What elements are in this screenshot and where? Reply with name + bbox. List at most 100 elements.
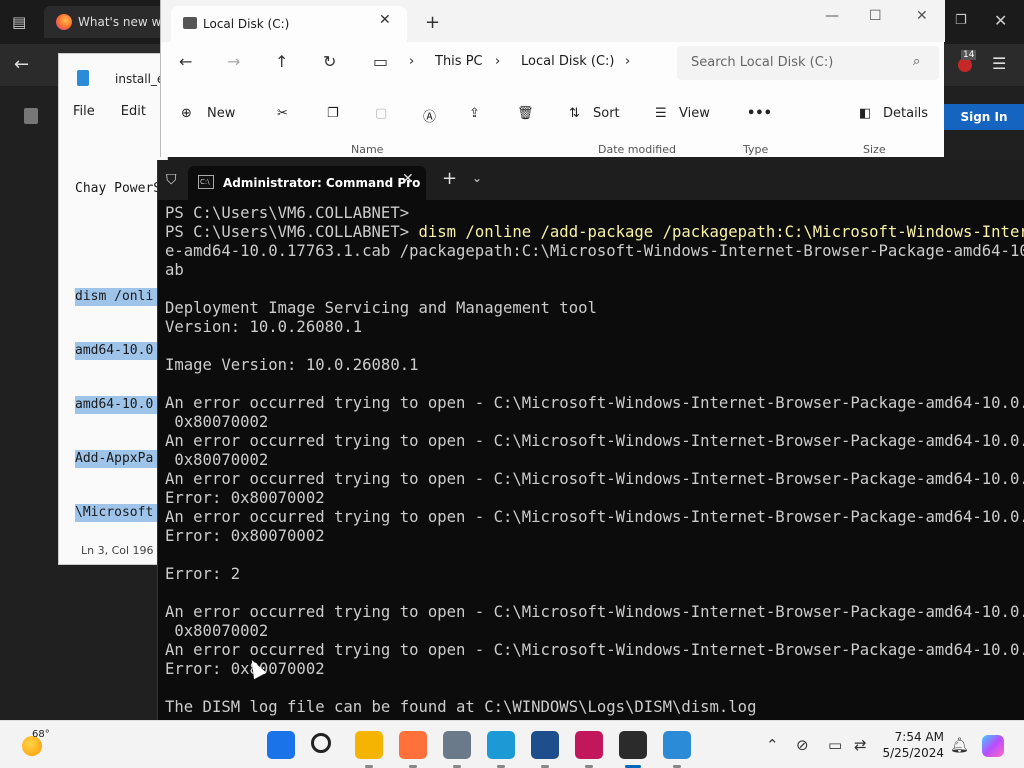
terminal-line-text: The DISM log file can be found at C:\WIN… bbox=[165, 698, 757, 716]
new-icon[interactable]: ⊕ bbox=[181, 106, 192, 121]
terminal-tab[interactable]: Administrator: Command Pro bbox=[188, 166, 426, 200]
network-icon[interactable]: ⊘ bbox=[796, 736, 809, 754]
terminal-line-text: PS C:\Users\VM6.COLLABNET> bbox=[165, 223, 419, 241]
search-input[interactable]: Search Local Disk (C:) bbox=[677, 46, 939, 80]
chevron-up-icon[interactable]: ⌃ bbox=[766, 736, 779, 754]
monitor-icon[interactable]: ▭ bbox=[373, 52, 388, 71]
terminal-line: Deployment Image Servicing and Managemen… bbox=[165, 299, 1024, 318]
chevron-right-icon: › bbox=[625, 54, 631, 69]
settings-icon[interactable] bbox=[443, 731, 471, 759]
sort-button[interactable]: Sort bbox=[593, 106, 620, 121]
search-icon[interactable] bbox=[311, 733, 331, 753]
reader-icon bbox=[24, 108, 38, 124]
more-options-icon[interactable]: ••• bbox=[747, 106, 772, 121]
start-icon[interactable] bbox=[267, 731, 295, 759]
firefox-icon[interactable] bbox=[399, 731, 427, 759]
tab-close-icon[interactable]: ✕ bbox=[402, 171, 414, 187]
details-icon[interactable]: ◧ bbox=[859, 106, 871, 121]
rename-icon[interactable]: Ⓐ bbox=[423, 106, 436, 125]
terminal-line: An error occurred trying to open - C:\Mi… bbox=[165, 394, 1024, 413]
terminal-line-text: 0x80070002 bbox=[165, 413, 269, 431]
virtualbox-icon[interactable] bbox=[531, 731, 559, 759]
breadcrumb-this-pc[interactable]: This PC bbox=[435, 54, 483, 69]
rdp-icon[interactable] bbox=[575, 731, 603, 759]
terminal-line: An error occurred trying to open - C:\Mi… bbox=[165, 641, 1024, 660]
language-icon[interactable]: ⇄ bbox=[854, 736, 867, 754]
terminal-line-text: An error occurred trying to open - C:\Mi… bbox=[165, 432, 1024, 450]
menu-edit[interactable]: Edit bbox=[121, 104, 146, 119]
terminal-line-text: An error occurred trying to open - C:\Mi… bbox=[165, 508, 1024, 526]
chevron-right-icon: › bbox=[495, 54, 501, 69]
terminal-line-text: Image Version: 10.0.26080.1 bbox=[165, 356, 419, 374]
minimize-icon[interactable]: — bbox=[825, 8, 839, 24]
column-size[interactable]: Size bbox=[863, 143, 886, 156]
text-line-selected: dism /onli bbox=[75, 288, 162, 306]
menu-icon[interactable]: ☰ bbox=[992, 54, 1006, 73]
notepad-status-position: Ln 3, Col 196 bbox=[81, 544, 154, 557]
extension-icon[interactable] bbox=[958, 58, 972, 72]
up-icon[interactable]: ↑ bbox=[275, 52, 288, 71]
explorer-tab[interactable]: Local Disk (C:) bbox=[171, 6, 407, 42]
refresh-icon[interactable]: ↻ bbox=[323, 52, 336, 71]
terminal-icon[interactable] bbox=[619, 731, 647, 759]
clock[interactable]: 7:54 AM 5/25/2024 bbox=[880, 729, 944, 761]
column-type[interactable]: Type bbox=[743, 143, 768, 156]
terminal-line: An error occurred trying to open - C:\Mi… bbox=[165, 432, 1024, 451]
details-button[interactable]: Details bbox=[883, 106, 928, 121]
terminal-line: ab bbox=[165, 261, 1024, 280]
forward-icon[interactable]: → bbox=[227, 52, 240, 71]
column-name[interactable]: Name bbox=[351, 143, 383, 156]
copilot-icon[interactable] bbox=[982, 735, 1004, 757]
terminal-line: e-amd64-10.0.17763.1.cab /packagepath:C:… bbox=[165, 242, 1024, 261]
notepad-icon[interactable] bbox=[663, 731, 691, 759]
column-header-row: Name Date modified Type Size bbox=[161, 143, 945, 157]
text-line-selected: amd64-10.0 bbox=[75, 342, 162, 360]
tab-list-icon[interactable]: ▤ bbox=[12, 13, 26, 31]
notification-bell-icon[interactable]: 🔔︎ bbox=[950, 736, 969, 754]
column-date-modified[interactable]: Date modified bbox=[598, 143, 676, 156]
notepad-icon bbox=[77, 70, 89, 86]
text-line-selected: Add-AppxPa bbox=[75, 450, 162, 468]
extension-badge: 14 bbox=[961, 50, 977, 60]
new-button[interactable]: New bbox=[207, 106, 235, 121]
new-tab-icon[interactable]: + bbox=[442, 168, 457, 189]
display-icon[interactable]: ▭ bbox=[828, 736, 842, 754]
terminal-line-text: Error: 2 bbox=[165, 565, 241, 583]
notepad-text-area[interactable]: Chay PowerS dism /onli amd64-10.0 amd64-… bbox=[75, 144, 162, 558]
text-line-selected: \Microsoft bbox=[75, 504, 162, 522]
close-icon[interactable]: ✕ bbox=[994, 11, 1007, 30]
firefox-logo-icon bbox=[56, 14, 72, 30]
new-tab-icon[interactable]: + bbox=[425, 12, 440, 33]
edge-icon[interactable] bbox=[487, 731, 515, 759]
share-icon[interactable]: ⇪ bbox=[469, 106, 480, 121]
copy-icon[interactable]: ❐ bbox=[327, 106, 339, 121]
tab-close-icon[interactable]: ✕ bbox=[379, 12, 391, 28]
chevron-down-icon[interactable]: ⌄ bbox=[472, 171, 482, 185]
cut-icon[interactable]: ✂ bbox=[277, 106, 288, 121]
restore-icon[interactable]: ❐ bbox=[955, 13, 967, 28]
view-button[interactable]: View bbox=[679, 106, 710, 121]
view-icon[interactable]: ☰ bbox=[655, 106, 667, 121]
file-explorer-icon[interactable] bbox=[355, 731, 383, 759]
text-line-selected: amd64-10.0 bbox=[75, 396, 162, 414]
terminal-line-text: An error occurred trying to open - C:\Mi… bbox=[165, 470, 1024, 488]
menu-file[interactable]: File bbox=[73, 104, 95, 119]
sort-icon[interactable]: ⇅ bbox=[569, 106, 580, 121]
clock-time: 7:54 AM bbox=[894, 730, 944, 744]
notepad-tab-title[interactable]: install_e bbox=[115, 72, 164, 86]
paste-icon[interactable]: ▢ bbox=[375, 106, 387, 121]
maximize-icon[interactable]: ☐ bbox=[869, 8, 882, 24]
breadcrumb-local-disk[interactable]: Local Disk (C:) bbox=[521, 54, 614, 69]
delete-icon[interactable]: 🗑 bbox=[517, 106, 534, 121]
sign-in-button[interactable]: Sign In bbox=[944, 104, 1024, 130]
back-icon[interactable]: ← bbox=[179, 52, 192, 71]
back-icon[interactable]: ← bbox=[14, 54, 29, 75]
terminal-command-text: ab bbox=[165, 261, 184, 279]
cmd-icon: C:\ bbox=[198, 175, 214, 189]
terminal-output[interactable]: PS C:\Users\VM6.COLLABNET> PS C:\Users\V… bbox=[165, 204, 1024, 720]
close-window-icon[interactable]: ✕ bbox=[916, 8, 928, 24]
terminal-line: PS C:\Users\VM6.COLLABNET> bbox=[165, 204, 1024, 223]
